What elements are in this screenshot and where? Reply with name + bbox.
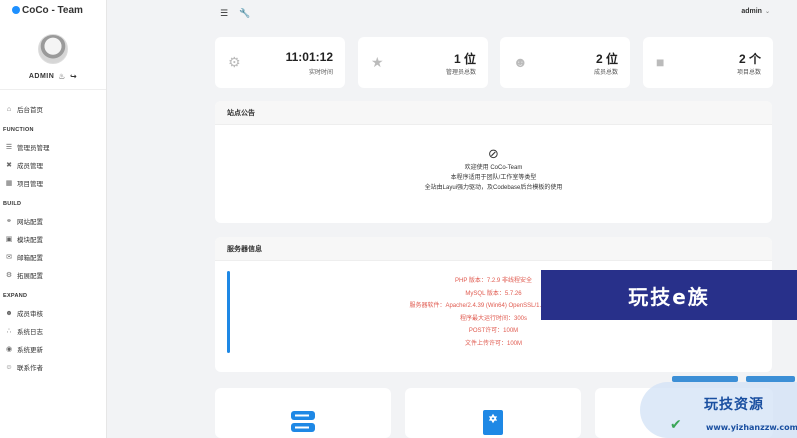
stat-card-admins[interactable]: ★ 1 位 管理员总数 bbox=[358, 37, 488, 88]
brand-title: CoCo - Team bbox=[22, 4, 83, 16]
shortcut-card-servers[interactable] bbox=[215, 388, 391, 438]
menu-section-build: BUILD bbox=[3, 201, 22, 207]
sidebar: CoCo - Team ADMIN ♨ ↪ ⌂ 后台首页 FUNCTION ☰ … bbox=[0, 0, 107, 438]
check-icon: ✔ bbox=[670, 416, 682, 432]
logo-icon bbox=[12, 6, 20, 14]
wrench-icon[interactable]: 🔧 bbox=[239, 8, 250, 19]
watermark-badge: ✔ 玩技资源 www.yizhanzzw.com bbox=[640, 382, 797, 438]
sidebar-item-label: 联系作者 bbox=[17, 365, 43, 372]
sidebar-item-label: 邮箱配置 bbox=[17, 255, 43, 262]
stat-label: 成员总数 bbox=[593, 70, 618, 76]
profile: ADMIN ♨ ↪ bbox=[0, 20, 106, 90]
watermark-banner: 玩技e族 bbox=[541, 270, 797, 320]
ban-icon: ⊘ bbox=[488, 146, 499, 161]
user-add-icon: ☻ bbox=[5, 309, 13, 317]
notice-title: 站点公告 bbox=[215, 101, 772, 125]
sidebar-item-label: 系统日志 bbox=[17, 329, 43, 336]
notice-line: 本程序适用于团队/工作室等类型 bbox=[450, 175, 537, 181]
link-icon: ⚭ bbox=[6, 218, 12, 225]
sidebar-item-label: 成员管理 bbox=[17, 163, 43, 170]
sidebar-item-project-manage[interactable]: ▦ 项目管理 bbox=[0, 174, 106, 192]
menu-section-function: FUNCTION bbox=[3, 127, 34, 133]
sidebar-item-label: 成员审核 bbox=[17, 311, 43, 318]
shortcut-card-book[interactable] bbox=[405, 388, 581, 438]
sidebar-item-admin-manage[interactable]: ☰ 管理员管理 bbox=[0, 138, 106, 156]
contact-icon: ☺ bbox=[5, 363, 13, 371]
brand[interactable]: CoCo - Team bbox=[0, 0, 106, 20]
extension-icon: ⚙ bbox=[5, 272, 13, 279]
module-icon: ▣ bbox=[5, 236, 13, 243]
logout-icon[interactable]: ↪ bbox=[70, 72, 77, 81]
server-line: POST许可：100M bbox=[468, 328, 519, 334]
stat-value: 2 个 bbox=[738, 52, 761, 66]
sidebar-item-label: 拓展配置 bbox=[17, 273, 43, 280]
avatar[interactable] bbox=[38, 34, 68, 64]
stat-card-time[interactable]: ⚙ 11:01:12 实时时间 bbox=[215, 37, 345, 88]
stat-value: 1 位 bbox=[453, 52, 476, 66]
stat-value: 11:01:12 bbox=[285, 50, 333, 64]
home-icon: ⌂ bbox=[6, 105, 12, 113]
notice-line: 欢迎使用 CoCo-Team bbox=[464, 165, 523, 171]
tools-icon: ✖ bbox=[6, 162, 12, 169]
user-dropdown[interactable]: admin ⌄ bbox=[741, 8, 770, 15]
sidebar-item-label: 后台首页 bbox=[17, 107, 43, 114]
sidebar-item-label: 项目管理 bbox=[17, 181, 43, 188]
sidebar-item-module-config[interactable]: ▣ 模块配置 bbox=[0, 230, 106, 248]
notice-line: 全站由Layui强力驱动，及Codebase后台模板的使用 bbox=[424, 185, 563, 191]
watermark-name: 玩技资源 bbox=[704, 397, 764, 413]
stat-label: 项目总数 bbox=[736, 70, 761, 76]
network-icon: ⚙ bbox=[228, 54, 241, 70]
team-icon: ★ bbox=[371, 54, 384, 70]
sidebar-item-site-config[interactable]: ⚭ 网站配置 bbox=[0, 212, 106, 230]
mail-icon: ✉ bbox=[6, 254, 12, 261]
sidebar-item-label: 模块配置 bbox=[17, 237, 43, 244]
watermark-banner-text: 玩技e族 bbox=[628, 284, 710, 309]
user-name: admin bbox=[741, 8, 762, 15]
sidebar-item-system-update[interactable]: ◉ 系统更新 bbox=[0, 340, 106, 358]
sidebar-item-member-review[interactable]: ☻ 成员审核 bbox=[0, 304, 106, 322]
sidebar-item-label: 系统更新 bbox=[17, 347, 43, 354]
sidebar-item-home[interactable]: ⌂ 后台首页 bbox=[0, 100, 106, 118]
sidebar-item-member-manage[interactable]: ✖ 成员管理 bbox=[0, 156, 106, 174]
sidebar-item-mail-config[interactable]: ✉ 邮箱配置 bbox=[0, 248, 106, 266]
stat-card-projects[interactable]: ■ 2 个 项目总数 bbox=[643, 37, 773, 88]
stat-card-members[interactable]: ☻ 2 位 成员总数 bbox=[500, 37, 630, 88]
profile-name: ADMIN bbox=[28, 73, 55, 80]
notice-panel: 站点公告 ⊘ 欢迎使用 CoCo-Team 本程序适用于团队/工作室等类型 全站… bbox=[215, 101, 772, 223]
sidebar-item-contact-author[interactable]: ☺ 联系作者 bbox=[0, 358, 106, 376]
sidebar-item-system-log[interactable]: ∴ 系统日志 bbox=[0, 322, 106, 340]
book-icon bbox=[483, 410, 503, 435]
sidebar-item-extension-config[interactable]: ⚙ 拓展配置 bbox=[0, 266, 106, 284]
stat-label: 实时时间 bbox=[308, 70, 333, 76]
fire-icon[interactable]: ♨ bbox=[58, 72, 66, 81]
server-icon bbox=[291, 411, 315, 432]
chart-icon: ∴ bbox=[6, 328, 12, 335]
sidebar-item-label: 管理员管理 bbox=[17, 145, 50, 152]
server-line: 文件上传许可：100M bbox=[464, 340, 522, 347]
grid-icon: ▦ bbox=[5, 180, 13, 187]
profile-row: ADMIN ♨ ↪ bbox=[29, 72, 77, 81]
list-icon: ☰ bbox=[5, 144, 13, 151]
stat-value: 2 位 bbox=[595, 52, 618, 66]
watermark-url: www.yizhanzzw.com bbox=[706, 423, 797, 432]
menu-toggle-icon[interactable]: ☰ bbox=[220, 8, 228, 19]
menu-section-expand: EXPAND bbox=[3, 293, 28, 299]
top-header: ☰ 🔧 admin ⌄ bbox=[107, 0, 797, 26]
notice-body: ⊘ 欢迎使用 CoCo-Team 本程序适用于团队/工作室等类型 全站由Layu… bbox=[215, 125, 772, 193]
stat-label: 管理员总数 bbox=[445, 70, 476, 76]
sidebar-menu: ⌂ 后台首页 FUNCTION ☰ 管理员管理 ✖ 成员管理 ▦ 项目管理 BU… bbox=[0, 90, 106, 376]
users-icon: ☻ bbox=[513, 54, 528, 70]
sidebar-item-label: 网站配置 bbox=[17, 219, 43, 226]
bag-icon: ■ bbox=[656, 54, 665, 70]
server-title: 服务器信息 bbox=[215, 237, 772, 261]
globe-icon: ◉ bbox=[5, 346, 13, 353]
chevron-down-icon: ⌄ bbox=[764, 9, 770, 15]
